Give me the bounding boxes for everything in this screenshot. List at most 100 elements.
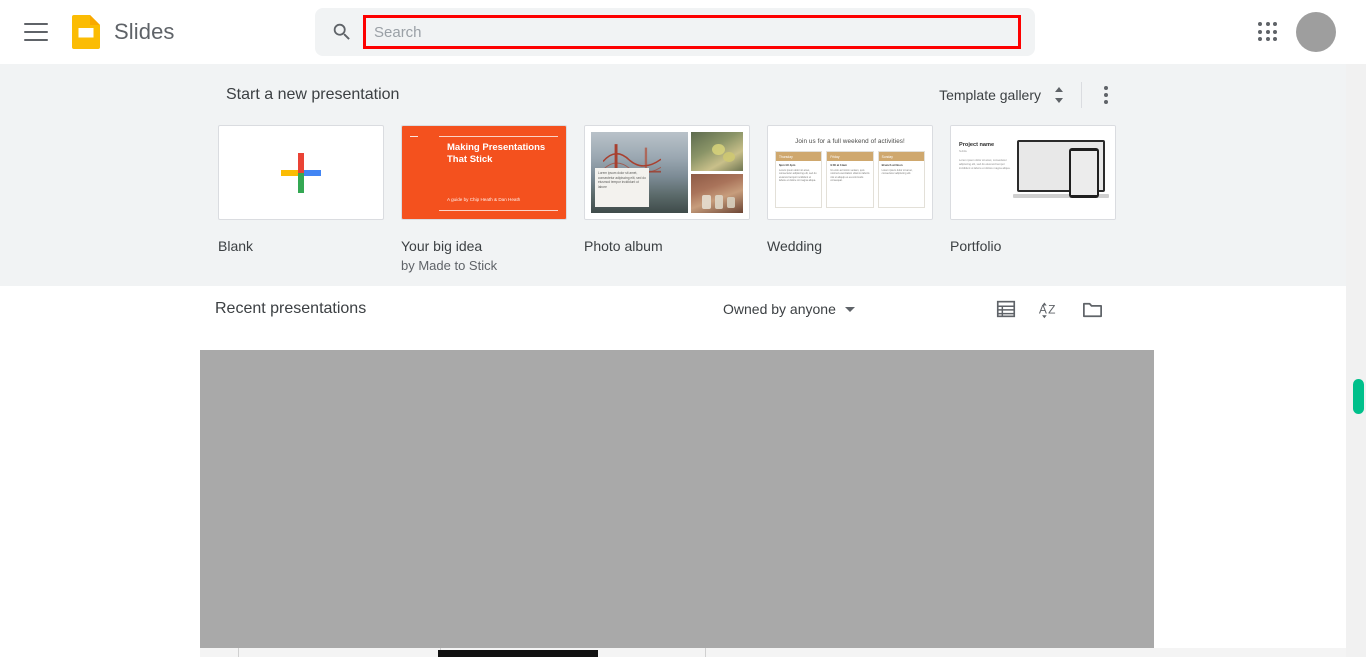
template-label: Your big idea bbox=[401, 238, 483, 254]
search-input[interactable] bbox=[363, 15, 1021, 49]
apps-dot bbox=[1273, 29, 1278, 34]
template-thumbnail-wedding[interactable]: Join us for a full weekend of activities… bbox=[767, 125, 933, 220]
header-divider bbox=[1081, 82, 1082, 108]
recent-view-controls: A Z bbox=[995, 297, 1104, 321]
portfolio-slide: Project name Subtitle Lorem ipsum dolor … bbox=[951, 126, 1115, 219]
template-gallery-button[interactable]: Template gallery bbox=[939, 84, 1067, 106]
folder-icon[interactable] bbox=[1081, 298, 1104, 321]
brand-home-link[interactable]: Slides bbox=[72, 15, 175, 49]
kebab-menu-icon[interactable] bbox=[1096, 82, 1116, 108]
photo-leaves bbox=[690, 132, 743, 171]
slide-rule-top bbox=[439, 136, 558, 137]
schedule-day: Sunday bbox=[878, 152, 924, 161]
template-gallery-label: Template gallery bbox=[939, 87, 1041, 103]
template-list: Blank Making Presentations That Stick A … bbox=[218, 125, 1116, 274]
photo-table-setting bbox=[690, 174, 743, 213]
template-thumbnail-blank[interactable] bbox=[218, 125, 384, 220]
template-label: Wedding bbox=[767, 238, 823, 254]
slide-title: Join us for a full weekend of activities… bbox=[795, 138, 905, 145]
apps-dot bbox=[1265, 37, 1270, 42]
caret-down-icon bbox=[844, 306, 855, 312]
owner-filter-dropdown[interactable]: Owned by anyone bbox=[723, 301, 855, 317]
slide-rule-bottom bbox=[439, 210, 558, 211]
template-sublabel: by Made to Stick bbox=[401, 258, 498, 273]
hamburger-bar bbox=[24, 39, 48, 41]
photo-caption: Lorem ipsum dolor sit amet, consectetur … bbox=[595, 168, 650, 207]
templates-header-row: Start a new presentation Template galler… bbox=[226, 82, 1116, 108]
schedule-heading: 6pm till 4pm bbox=[779, 163, 796, 167]
svg-text:Z: Z bbox=[1048, 303, 1055, 317]
apps-dot bbox=[1265, 29, 1270, 34]
hamburger-bar bbox=[24, 31, 48, 33]
template-thumbnail-photo-album[interactable]: Lorem ipsum dolor sit amet, consectetur … bbox=[584, 125, 750, 220]
apps-grid-icon[interactable] bbox=[1256, 20, 1280, 44]
template-card-photo-album[interactable]: Lorem ipsum dolor sit amet, consectetur … bbox=[584, 125, 750, 274]
templates-header-actions: Template gallery bbox=[939, 82, 1116, 108]
start-new-presentation-section: Start a new presentation Template galler… bbox=[0, 64, 1346, 286]
schedule-day: Thursday bbox=[776, 152, 822, 161]
list-view-icon[interactable] bbox=[995, 298, 1017, 320]
wedding-schedule-columns: Thursday 6pm till 4pm Lorem ipsum dolor … bbox=[775, 151, 925, 208]
wedding-slide: Join us for a full weekend of activities… bbox=[768, 126, 932, 219]
vertical-scrollbar-thumb[interactable] bbox=[1353, 379, 1364, 414]
apps-dot bbox=[1273, 22, 1278, 26]
schedule-text: Lorem ipsum dolor sit amet, consectetur … bbox=[779, 168, 817, 183]
schedule-day: Friday bbox=[827, 152, 873, 161]
user-avatar[interactable] bbox=[1296, 12, 1336, 52]
template-card-blank[interactable]: Blank bbox=[218, 125, 384, 274]
plus-arm-blue bbox=[301, 169, 321, 176]
recent-presentations-header: Recent presentations Owned by anyone A Z bbox=[215, 297, 1115, 321]
horizontal-scrollbar-thumb[interactable] bbox=[438, 650, 598, 657]
schedule-text: Lorem ipsum dolor sit amet, consectetur … bbox=[881, 168, 913, 176]
slide-byline: A guide by Chip Heath & Dan Heath bbox=[447, 197, 521, 202]
slide-title: Making Presentations That Stick bbox=[447, 142, 546, 165]
slide-body-text: Lorem ipsum dolor sit amet, consectetur … bbox=[959, 159, 1011, 170]
apps-dot bbox=[1273, 37, 1278, 42]
schedule-body: 9:30 at 11am Ut enim ad minim veniam, qu… bbox=[827, 161, 872, 186]
schedule-text: Ut enim ad minim veniam, quis nostrud ex… bbox=[830, 168, 870, 183]
owner-filter-label: Owned by anyone bbox=[723, 301, 836, 317]
vertical-scrollbar-track[interactable] bbox=[1346, 64, 1366, 657]
schedule-column: Sunday Brunch at Noon Lorem ipsum dolor … bbox=[877, 151, 925, 208]
jar-shape bbox=[727, 196, 735, 209]
template-thumbnail-portfolio[interactable]: Project name Subtitle Lorem ipsum dolor … bbox=[950, 125, 1116, 220]
jar-shape bbox=[702, 195, 711, 210]
hamburger-bar bbox=[24, 23, 48, 25]
horizontal-scrollbar-track[interactable] bbox=[200, 648, 1346, 657]
search-bar[interactable] bbox=[315, 8, 1035, 56]
plus-icon bbox=[281, 152, 321, 193]
template-card-wedding[interactable]: Join us for a full weekend of activities… bbox=[767, 125, 933, 274]
app-header: Slides bbox=[0, 0, 1366, 64]
schedule-column: Thursday 6pm till 4pm Lorem ipsum dolor … bbox=[775, 151, 823, 208]
recent-presentations-grid[interactable] bbox=[200, 350, 1154, 651]
slide-dash-mark bbox=[410, 136, 418, 137]
phone-screen-content bbox=[1071, 151, 1097, 195]
brand-name: Slides bbox=[114, 19, 175, 44]
photo-album-side-photos bbox=[690, 132, 743, 213]
google-slides-logo bbox=[72, 15, 100, 49]
template-card-portfolio[interactable]: Project name Subtitle Lorem ipsum dolor … bbox=[950, 125, 1116, 274]
leaf-blob bbox=[723, 152, 735, 163]
template-card-your-big-idea[interactable]: Making Presentations That Stick A guide … bbox=[401, 125, 567, 274]
sort-az-icon[interactable]: A Z bbox=[1037, 297, 1061, 321]
section-title-start-new: Start a new presentation bbox=[226, 86, 400, 103]
template-label: Photo album bbox=[584, 238, 663, 254]
apps-dot bbox=[1258, 22, 1262, 26]
apps-dot bbox=[1258, 37, 1262, 42]
photo-album-slide: Lorem ipsum dolor sit amet, consectetur … bbox=[585, 126, 749, 219]
schedule-body: Brunch at Noon Lorem ipsum dolor sit ame… bbox=[879, 161, 924, 179]
jar-shape bbox=[714, 195, 724, 210]
search-icon bbox=[331, 21, 353, 43]
scrollbar-tick bbox=[705, 648, 706, 657]
schedule-column: Friday 9:30 at 11am Ut enim ad minim ven… bbox=[826, 151, 874, 208]
photo-bridge: Lorem ipsum dolor sit amet, consectetur … bbox=[591, 132, 688, 213]
template-thumbnail-your-big-idea[interactable]: Making Presentations That Stick A guide … bbox=[401, 125, 567, 220]
phone-mockup bbox=[1069, 148, 1099, 198]
hamburger-menu-icon[interactable] bbox=[24, 23, 48, 41]
apps-dot bbox=[1265, 22, 1270, 26]
kebab-dot bbox=[1104, 93, 1108, 97]
apps-dot bbox=[1258, 29, 1262, 34]
schedule-heading: 9:30 at 11am bbox=[830, 163, 847, 167]
big-idea-slide: Making Presentations That Stick A guide … bbox=[402, 126, 566, 219]
section-title-recent: Recent presentations bbox=[215, 300, 367, 317]
